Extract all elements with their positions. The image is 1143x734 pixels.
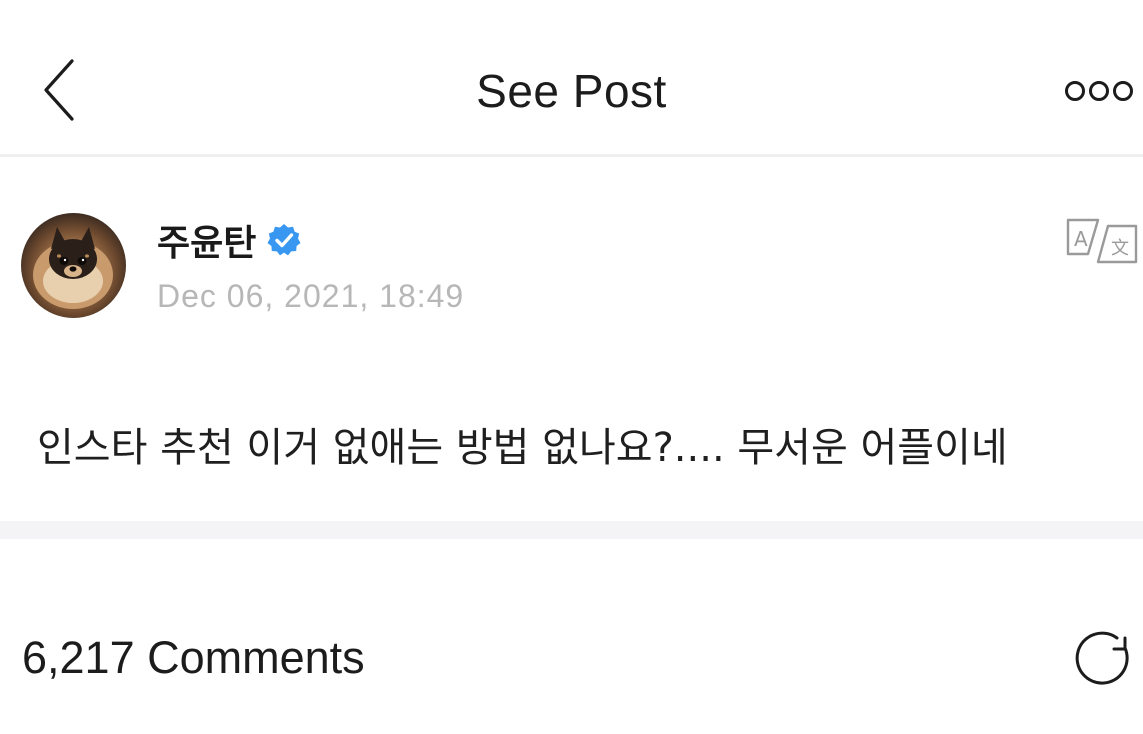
post-card: 주윤탄 Dec 06, 2021, 18:49 A 文 인스타 추천 이거 없애… — [0, 160, 1143, 520]
translate-icon: A 文 — [1066, 218, 1138, 264]
author-row: 주윤탄 — [157, 216, 302, 264]
section-divider — [0, 521, 1143, 539]
verified-badge-icon — [266, 222, 302, 258]
avatar[interactable] — [21, 213, 126, 318]
post-body-text: 인스타 추천 이거 없애는 방법 없나요?.... 무서운 어플이네 — [37, 425, 1008, 471]
more-options-icon — [1065, 81, 1133, 101]
translate-button[interactable]: A 文 — [1064, 214, 1140, 266]
svg-text:文: 文 — [1111, 238, 1129, 259]
post-timestamp: Dec 06, 2021, 18:49 — [157, 278, 465, 314]
svg-text:A: A — [1074, 227, 1088, 251]
comments-header: 6,217 Comments — [0, 610, 1143, 700]
dog-avatar-image — [33, 227, 113, 309]
comments-count: 6,217 Comments — [22, 632, 365, 683]
author-name[interactable]: 주윤탄 — [157, 214, 256, 266]
refresh-button[interactable] — [1070, 626, 1134, 686]
refresh-icon — [1075, 631, 1129, 685]
top-bar: See Post — [0, 0, 1143, 157]
page-title: See Post — [476, 65, 667, 117]
more-options-button[interactable] — [1060, 74, 1140, 108]
